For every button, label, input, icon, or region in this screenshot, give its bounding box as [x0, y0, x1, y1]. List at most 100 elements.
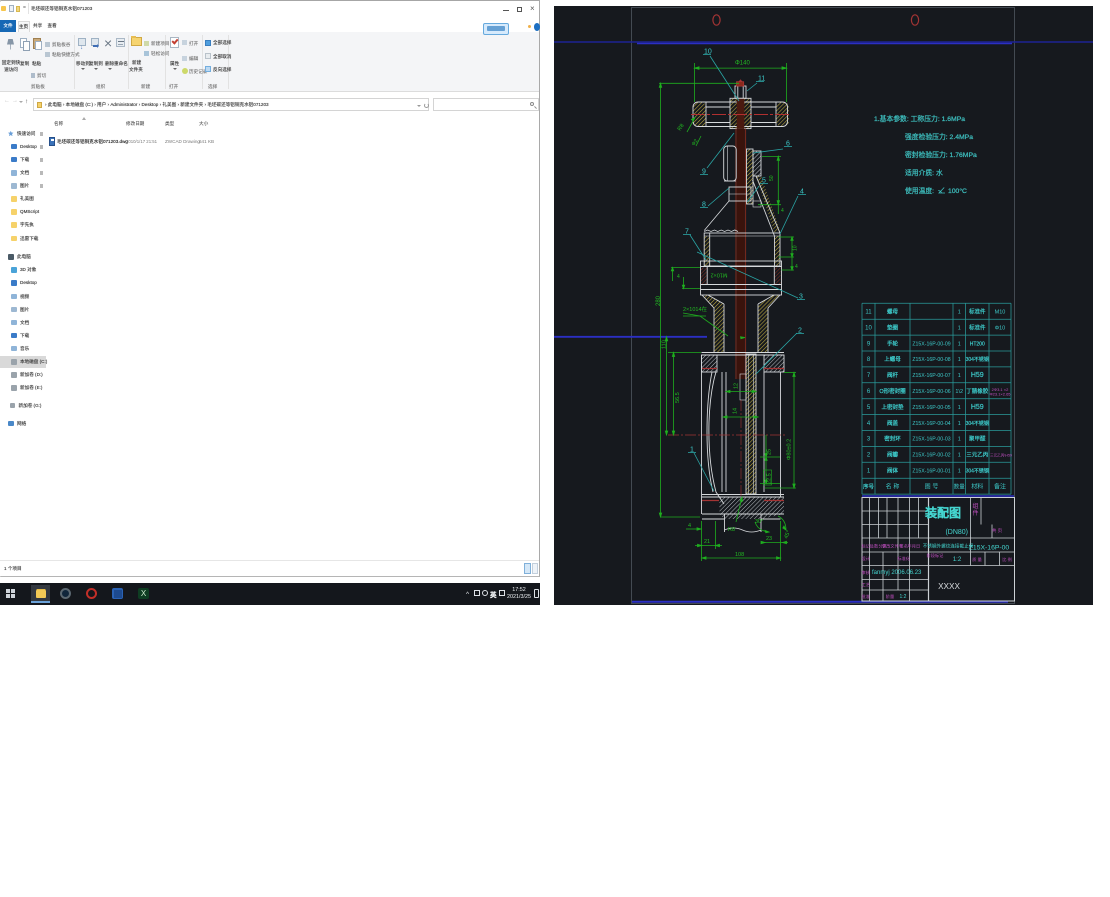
svg-text:Z15X-16P-00-06: Z15X-16P-00-06: [912, 389, 950, 395]
svg-text:标准化: 标准化: [897, 555, 910, 562]
svg-text:2×1014在: 2×1014在: [683, 305, 708, 313]
svg-text:7: 7: [685, 229, 689, 236]
svg-text:Φ80±0.2: Φ80±0.2: [787, 439, 793, 460]
svg-text:使用温度:: 使用温度:: [905, 186, 934, 195]
svg-text:25: 25: [767, 449, 773, 455]
svg-text:Z15X-16P-00-07: Z15X-16P-00-07: [912, 373, 950, 379]
svg-text:阀盖: 阀盖: [887, 419, 899, 427]
svg-text:设计: 设计: [862, 555, 870, 562]
svg-text:56.5: 56.5: [675, 392, 681, 403]
svg-text:阶段标记: 阶段标记: [927, 552, 945, 559]
svg-text:10: 10: [704, 49, 712, 56]
svg-text:280: 280: [656, 295, 662, 306]
svg-text:1: 1: [958, 341, 961, 347]
svg-text:M10: M10: [995, 309, 1006, 315]
svg-text:3: 3: [799, 294, 803, 301]
svg-text:14: 14: [733, 408, 739, 414]
svg-text:阀杆: 阀杆: [887, 371, 899, 379]
svg-text:1:2: 1:2: [900, 594, 907, 600]
svg-text:4: 4: [677, 274, 680, 280]
svg-text:三元乙丙: 三元乙丙: [966, 452, 989, 459]
svg-text:4: 4: [781, 208, 784, 214]
svg-text:数量: 数量: [954, 483, 966, 491]
svg-text:M10×2: M10×2: [711, 272, 728, 278]
svg-text:1: 1: [958, 373, 961, 379]
svg-text:丁腈橡胶: 丁腈橡胶: [966, 387, 989, 395]
svg-text:上密封垫: 上密封垫: [881, 403, 904, 411]
svg-text:1: 1: [958, 437, 961, 443]
svg-text:比 例: 比 例: [1002, 556, 1012, 563]
svg-text:6: 6: [786, 141, 790, 148]
svg-text:共 页: 共 页: [992, 527, 1003, 534]
svg-text:上螺母: 上螺母: [884, 355, 901, 363]
svg-text:H59: H59: [971, 404, 984, 411]
svg-text:304不锈钢: 304不锈钢: [966, 467, 989, 474]
svg-text:Z15X-16P-00-04: Z15X-16P-00-04: [912, 421, 950, 427]
svg-text:Z15X-16P-00-01: Z15X-16P-00-01: [912, 468, 950, 474]
svg-text:1: 1: [958, 453, 961, 459]
svg-text:图 号: 图 号: [925, 484, 939, 491]
svg-text:O形密封圈: O形密封圈: [879, 387, 906, 395]
svg-text:阀体: 阀体: [887, 466, 899, 474]
svg-text:Z15X-16P-00-03: Z15X-16P-00-03: [912, 437, 950, 443]
svg-text:1: 1: [958, 421, 961, 427]
svg-text:质 量: 质 量: [972, 556, 982, 563]
svg-text:8: 8: [702, 202, 706, 209]
svg-text:序号: 序号: [863, 483, 875, 491]
svg-text:Z15X-16P-00: Z15X-16P-00: [969, 545, 1010, 552]
svg-text:12: 12: [734, 383, 740, 389]
svg-text:H59: H59: [971, 372, 984, 379]
svg-text:备注: 备注: [994, 483, 1006, 491]
svg-text:三元乙丙\H59: 三元乙丙\H59: [990, 453, 1012, 458]
svg-text:11: 11: [865, 309, 872, 315]
svg-text:装配图: 装配图: [925, 506, 961, 520]
svg-text:名 称: 名 称: [886, 483, 900, 491]
svg-text:4: 4: [795, 264, 798, 270]
svg-text:螺母: 螺母: [887, 307, 899, 315]
svg-text:1: 1: [958, 357, 961, 363]
svg-text:21: 21: [704, 539, 710, 545]
svg-text:Φ140: Φ140: [735, 61, 750, 67]
svg-text:1: 1: [958, 325, 961, 331]
svg-text:材料: 材料: [971, 483, 983, 491]
svg-text:110: 110: [662, 340, 668, 349]
svg-text:垫圈: 垫圈: [887, 323, 899, 331]
svg-text:聚甲醛: 聚甲醛: [969, 435, 986, 443]
svg-text:1:2: 1:2: [953, 557, 962, 563]
svg-text:标准件: 标准件: [969, 323, 986, 331]
svg-text:适用介质: 水: 适用介质: 水: [905, 168, 943, 177]
svg-text:HT200: HT200: [970, 341, 985, 347]
svg-text:不锈钢外螺纹连接截止阀: 不锈钢外螺纹连接截止阀: [923, 543, 974, 550]
svg-text:1.基本参数: 工称压力: 1.6MPa: 1.基本参数: 工称压力: 1.6MPa: [874, 114, 965, 123]
svg-text:23: 23: [766, 536, 772, 542]
svg-text:Φ10: Φ10: [995, 325, 1006, 331]
svg-text:手轮: 手轮: [887, 339, 899, 347]
svg-text:标准件: 标准件: [969, 307, 986, 315]
svg-text:Z15X-16P-00-02: Z15X-16P-00-02: [912, 453, 950, 459]
svg-text:1: 1: [958, 468, 961, 474]
svg-text:50: 50: [769, 175, 775, 181]
svg-text:组: 组: [972, 502, 978, 510]
svg-text:密封环: 密封环: [884, 435, 901, 443]
svg-text:年月日: 年月日: [908, 543, 921, 550]
svg-text:10: 10: [793, 245, 799, 251]
svg-text:阀瓣: 阀瓣: [887, 451, 899, 459]
svg-text:批准: 批准: [862, 593, 870, 600]
svg-text:108: 108: [735, 552, 744, 558]
svg-text:5: 5: [762, 178, 766, 185]
svg-text:件: 件: [972, 509, 978, 517]
svg-text:1\2: 1\2: [955, 389, 963, 395]
svg-text:R8: R8: [728, 527, 735, 533]
svg-text:2: 2: [798, 328, 802, 335]
svg-text:1: 1: [958, 405, 961, 411]
svg-text:fanmyj 2006.06.23: fanmyj 2006.06.23: [872, 570, 922, 576]
svg-text:100°C: 100°C: [948, 187, 967, 195]
svg-text:1: 1: [690, 447, 694, 454]
svg-text:Φ23.1×2.65: Φ23.1×2.65: [989, 391, 1011, 396]
svg-text:1: 1: [958, 309, 961, 315]
svg-text:4: 4: [800, 189, 804, 196]
svg-text:审核: 审核: [862, 569, 871, 576]
svg-text:9: 9: [702, 169, 706, 176]
svg-text:10: 10: [865, 325, 872, 331]
svg-text:(DN80): (DN80): [945, 529, 968, 536]
